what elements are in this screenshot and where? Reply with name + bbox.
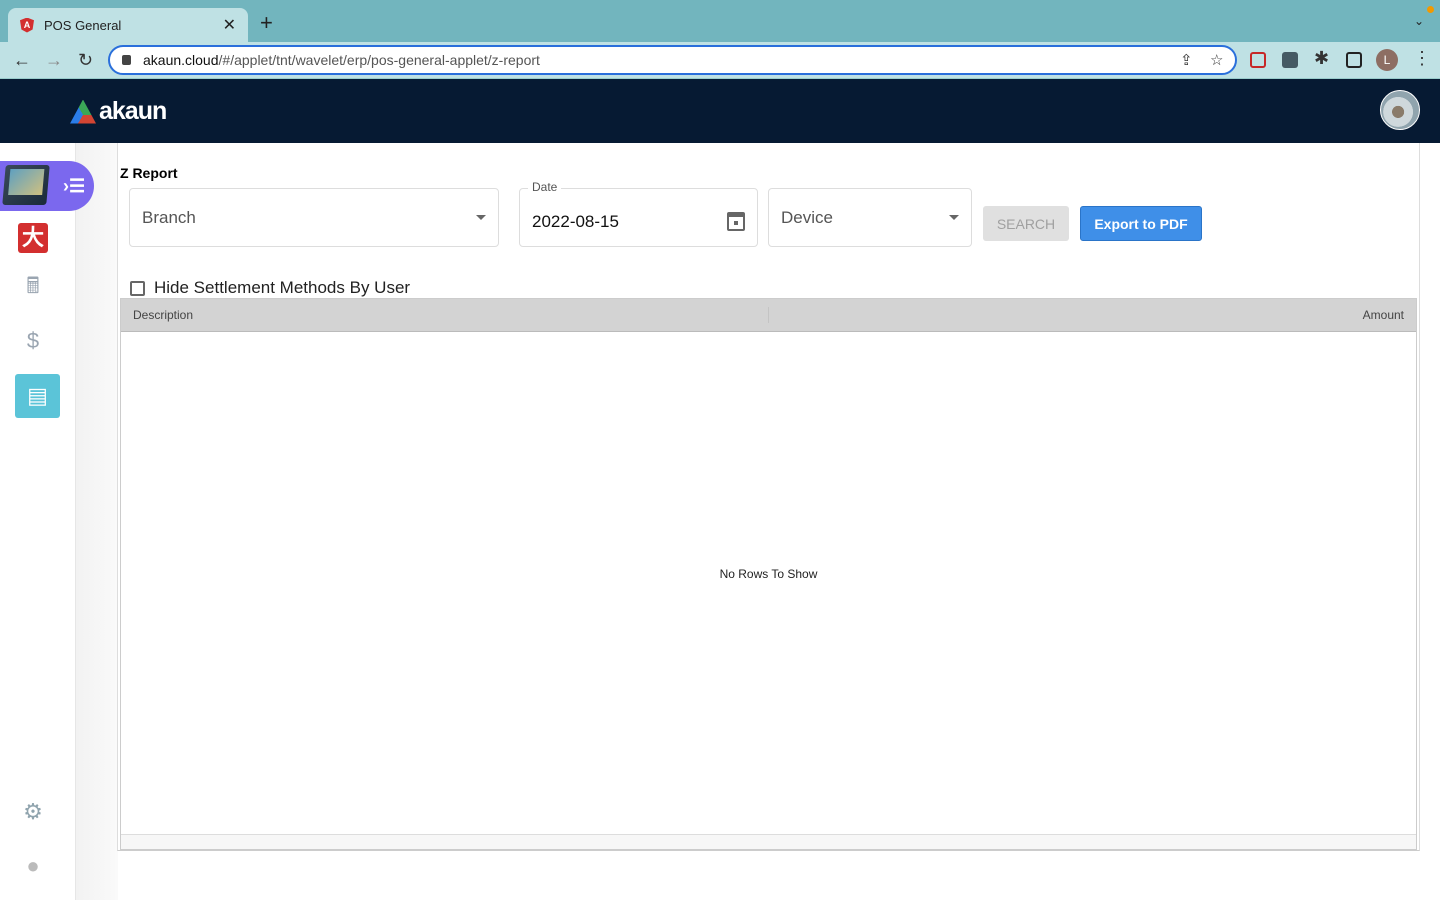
column-header-description[interactable]: Description <box>121 307 769 323</box>
calendar-icon[interactable] <box>727 212 745 231</box>
address-bar[interactable]: akaun.cloud/#/applet/tnt/wavelet/erp/pos… <box>108 45 1237 75</box>
sidebar-applet-toggle[interactable]: ›☰ <box>0 161 94 211</box>
browser-toolbar: ← → ↻ akaun.cloud/#/applet/tnt/wavelet/e… <box>0 42 1440 79</box>
pos-terminal-icon <box>2 165 50 205</box>
hide-settlement-label: Hide Settlement Methods By User <box>154 278 411 297</box>
hide-settlement-checkbox[interactable]: Hide Settlement Methods By User <box>130 278 410 298</box>
user-icon[interactable]: ● <box>18 851 48 881</box>
search-button[interactable]: SEARCH <box>983 206 1069 241</box>
tab-title: POS General <box>44 17 122 33</box>
report-list-icon[interactable]: ▤ <box>15 374 60 418</box>
branch-select[interactable]: Branch <box>129 188 499 247</box>
app-header: akaun <box>0 79 1440 143</box>
branch-placeholder: Branch <box>142 207 196 227</box>
tab-search-chevron-icon[interactable]: ⌄ <box>1414 14 1424 28</box>
date-value: 2022-08-15 <box>532 211 619 231</box>
browser-menu-icon[interactable]: ⋮ <box>1413 48 1431 69</box>
brand-app-icon[interactable]: 大 <box>18 223 48 253</box>
device-select[interactable]: Device <box>768 188 972 247</box>
new-tab-icon[interactable]: + <box>260 10 273 36</box>
share-icon[interactable]: ⇪ <box>1180 51 1193 69</box>
forward-icon[interactable]: → <box>45 50 63 71</box>
extensions-puzzle-icon[interactable]: ✱ <box>1314 48 1329 69</box>
horizontal-scrollbar[interactable] <box>121 834 1416 849</box>
update-dot-icon <box>1427 6 1434 13</box>
dollar-icon[interactable]: $ <box>18 326 48 356</box>
gear-icon[interactable]: ⚙ <box>18 797 48 827</box>
empty-message: No Rows To Show <box>719 567 818 581</box>
browser-tab[interactable]: A POS General ✕ <box>8 8 248 42</box>
angular-favicon-icon: A <box>20 17 34 33</box>
url-host: akaun.cloud <box>143 52 219 68</box>
extension-red-icon[interactable] <box>1250 52 1266 68</box>
cash-register-icon[interactable]: 🖩 <box>18 271 48 301</box>
reload-icon[interactable]: ↻ <box>78 50 93 71</box>
url-path: /#/applet/tnt/wavelet/erp/pos-general-ap… <box>218 52 540 68</box>
sidebar: ›☰ 大 🖩 $ ▤ ⚙ ● <box>0 143 94 900</box>
akaun-logo[interactable]: akaun <box>70 97 167 126</box>
bookmark-star-icon[interactable]: ☆ <box>1210 51 1223 69</box>
dropdown-caret-icon <box>476 215 486 220</box>
page-title: Z Report <box>120 165 178 181</box>
back-icon[interactable]: ← <box>13 50 31 71</box>
checkbox-box[interactable] <box>130 280 145 296</box>
date-label: Date <box>528 180 562 194</box>
column-header-amount[interactable]: Amount <box>769 308 1416 322</box>
grid-header: Description Amount <box>121 299 1416 332</box>
export-pdf-button[interactable]: Export to PDF <box>1080 206 1202 241</box>
user-avatar[interactable] <box>1380 90 1420 130</box>
side-panel-icon[interactable] <box>1346 52 1362 68</box>
browser-tab-bar: A POS General ✕ + ⌄ <box>0 0 1440 42</box>
report-grid: Description Amount No Rows To Show <box>120 298 1417 850</box>
z-report-panel: Z Report Branch Date 2022-08-15 Device S… <box>117 143 1420 851</box>
lock-icon <box>122 55 131 65</box>
date-field[interactable]: Date 2022-08-15 <box>519 180 758 247</box>
device-placeholder: Device <box>781 207 833 227</box>
logo-text: akaun <box>99 97 167 125</box>
dropdown-caret-icon <box>949 215 959 220</box>
sidebar-gutter <box>76 143 118 900</box>
extension-dots-icon[interactable] <box>1282 52 1298 68</box>
menu-expand-icon[interactable]: ›☰ <box>63 176 85 197</box>
profile-avatar[interactable]: L <box>1376 49 1398 71</box>
logo-triangle-icon <box>70 99 96 124</box>
close-tab-icon[interactable]: ✕ <box>223 15 236 35</box>
